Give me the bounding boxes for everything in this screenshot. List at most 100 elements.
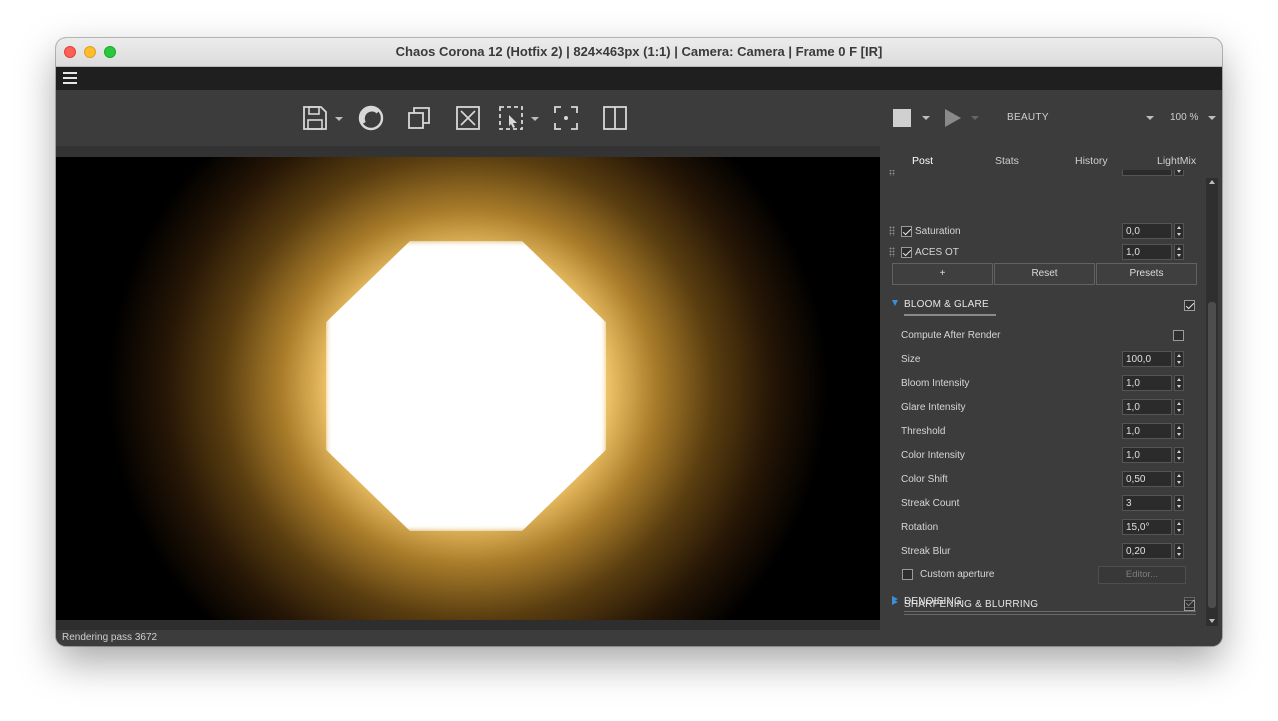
size-input[interactable]: 100,0 [1122,351,1172,367]
threshold-label: Threshold [901,426,946,437]
viewport-top-margin [56,146,880,157]
param-row: Color Shift 0,50 [880,470,1202,490]
scrollbar-thumb[interactable] [1208,302,1216,608]
threshold-input[interactable]: 1,0 [1122,423,1172,439]
custom-aperture-row: Custom aperture Editor... [880,565,1202,585]
glare-intensity-label: Glare Intensity [901,402,966,413]
section-underline [904,614,1196,615]
threshold-spinner[interactable] [1174,423,1184,439]
panel-scrollbar[interactable] [1206,178,1218,626]
size-spinner[interactable] [1174,351,1184,367]
render-pass-select[interactable]: BEAUTY [1007,112,1049,123]
bokeh-light-shape [326,241,606,531]
viewport-bottom-margin [56,620,880,630]
scroll-down-icon[interactable] [1209,619,1215,623]
tone-row-aces-ot: ACES OT 1,0 [880,243,1202,263]
rotation-label: Rotation [901,522,939,533]
compute-after-render-label: Compute After Render [901,330,1001,341]
denoising-clip [880,622,1202,630]
param-row: Size 100,0 [880,350,1202,370]
saturation-label: Saturation [915,226,961,237]
section-underline [904,611,1196,612]
zoom-dropdown-caret-icon[interactable] [1208,116,1216,120]
collapse-arrow-icon[interactable] [892,596,898,602]
tone-row-saturation: Saturation 0,0 [880,222,1202,242]
streak-count-spinner[interactable] [1174,495,1184,511]
glare-intensity-input[interactable]: 1,0 [1122,399,1172,415]
hamburger-menu-icon[interactable] [63,72,77,84]
bloom-glare-title: BLOOM & GLARE [904,299,989,310]
saturation-spinner[interactable] [1174,223,1184,239]
add-operator-button[interactable]: + [892,263,993,285]
render-image[interactable] [56,157,880,620]
pass-dropdown-caret-icon[interactable] [1146,116,1154,120]
compare-icon[interactable] [600,103,630,133]
streak-blur-spinner[interactable] [1174,543,1184,559]
vfb-window: Chaos Corona 12 (Hotfix 2) | 824×463px (… [56,38,1222,646]
stop-icon[interactable] [893,109,911,127]
compute-after-render-checkbox[interactable] [1173,330,1184,341]
streak-count-input[interactable]: 3 [1122,495,1172,511]
save-icon[interactable] [300,103,330,133]
custom-aperture-checkbox[interactable] [902,569,913,580]
color-shift-input[interactable]: 0,50 [1122,471,1172,487]
tab-lightmix[interactable]: LightMix [1157,155,1196,167]
rotation-spinner[interactable] [1174,519,1184,535]
saturation-checkbox[interactable] [901,226,912,237]
panel-tabs: Post Stats History LightMix [880,146,1222,170]
drag-handle-icon[interactable] [889,226,895,236]
bloom-glare-enable-checkbox[interactable] [1184,300,1195,311]
param-row: Threshold 1,0 [880,422,1202,442]
aces-ot-spinner[interactable] [1174,244,1184,260]
compute-after-render-row: Compute After Render [880,326,1202,346]
copy-icon[interactable] [404,103,434,133]
param-row: Streak Blur 0,20 [880,542,1202,562]
post-panel: Post Stats History LightMix Saturation 0… [880,146,1222,630]
glare-intensity-spinner[interactable] [1174,399,1184,415]
tab-history[interactable]: History [1075,155,1108,167]
param-row: Rotation 15,0° [880,518,1202,538]
bloom-intensity-spinner[interactable] [1174,375,1184,391]
aces-ot-input[interactable]: 1,0 [1122,244,1172,260]
region-dropdown-caret-icon[interactable] [531,117,539,121]
aces-ot-label: ACES OT [915,247,959,258]
clear-icon[interactable] [453,103,483,133]
rotation-input[interactable]: 15,0° [1122,519,1172,535]
bloom-intensity-input[interactable]: 1,0 [1122,375,1172,391]
tab-stats[interactable]: Stats [995,155,1019,167]
custom-aperture-label: Custom aperture [920,569,995,580]
focus-icon[interactable] [551,103,581,133]
render-viewport[interactable] [56,146,880,620]
size-label: Size [901,354,921,365]
color-intensity-spinner[interactable] [1174,447,1184,463]
clipped-row [880,170,1202,176]
param-row: Color Intensity 1,0 [880,446,1202,466]
color-shift-spinner[interactable] [1174,471,1184,487]
aces-ot-checkbox[interactable] [901,247,912,258]
saturation-input[interactable]: 0,0 [1122,223,1172,239]
save-dropdown-caret-icon[interactable] [335,117,343,121]
zoom-level[interactable]: 100 % [1170,112,1198,123]
corona-logo-icon[interactable] [356,103,386,133]
color-shift-label: Color Shift [901,474,948,485]
scroll-up-icon[interactable] [1209,180,1215,184]
stop-dropdown-caret-icon[interactable] [922,116,930,120]
expand-arrow-icon[interactable] [892,300,898,306]
denoising-section-header[interactable]: DENOISING [880,591,1202,613]
presets-button[interactable]: Presets [1096,263,1197,285]
reset-button[interactable]: Reset [994,263,1095,285]
streak-blur-input[interactable]: 0,20 [1122,543,1172,559]
bloom-glare-section-header[interactable]: BLOOM & GLARE [880,294,1202,316]
denoising-enable-checkbox[interactable] [1184,597,1195,608]
section-underline [904,314,996,316]
aperture-editor-button[interactable]: Editor... [1098,566,1186,584]
region-select-icon[interactable] [496,103,526,133]
color-intensity-input[interactable]: 1,0 [1122,447,1172,463]
drag-handle-icon[interactable] [889,247,895,257]
play-icon[interactable] [945,109,961,127]
title-bar: Chaos Corona 12 (Hotfix 2) | 824×463px (… [56,38,1222,67]
window-title: Chaos Corona 12 (Hotfix 2) | 824×463px (… [395,44,883,59]
param-row: Bloom Intensity 1,0 [880,374,1202,394]
tab-post[interactable]: Post [912,155,933,167]
play-dropdown-caret-icon[interactable] [971,116,979,120]
